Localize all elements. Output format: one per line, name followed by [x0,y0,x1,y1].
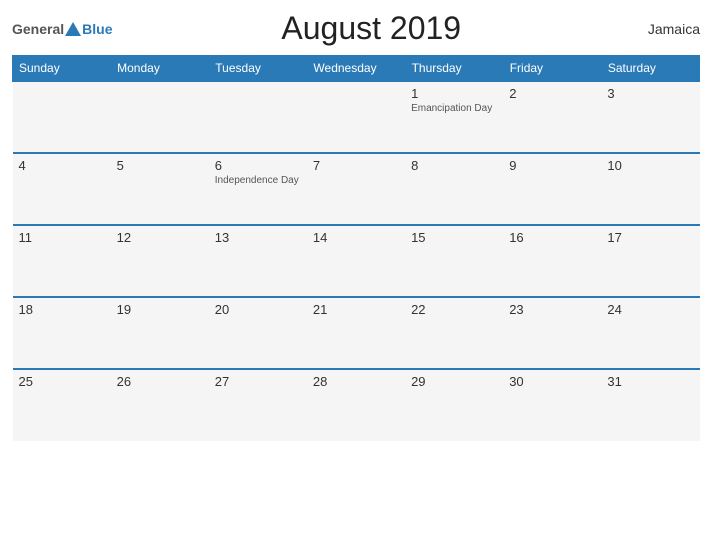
calendar-cell: 27 [209,369,307,441]
calendar-cell: 30 [503,369,601,441]
day-number: 24 [607,302,693,317]
calendar-cell: 6 Independence Day [209,153,307,225]
calendar-cell: 23 [503,297,601,369]
logo-triangle-icon [65,22,81,36]
calendar-week-3: 11 12 13 14 15 16 17 [13,225,700,297]
calendar-cell: 3 [601,81,699,153]
calendar-cell: 9 [503,153,601,225]
col-tuesday: Tuesday [209,56,307,82]
calendar-cell: 4 [13,153,111,225]
day-number: 30 [509,374,595,389]
calendar-cell: 20 [209,297,307,369]
calendar-header: Sunday Monday Tuesday Wednesday Thursday… [13,56,700,82]
day-number: 13 [215,230,301,245]
day-number: 12 [117,230,203,245]
calendar-cell: 26 [111,369,209,441]
day-number: 8 [411,158,497,173]
calendar-cell: 19 [111,297,209,369]
calendar-cell: 16 [503,225,601,297]
day-number: 17 [607,230,693,245]
calendar-title: August 2019 [112,10,630,47]
calendar-cell: 2 [503,81,601,153]
day-number: 31 [607,374,693,389]
calendar-body: 1 Emancipation Day 23 456 Independence Day 78… [13,81,700,441]
col-wednesday: Wednesday [307,56,405,82]
calendar-cell: 8 [405,153,503,225]
day-number: 29 [411,374,497,389]
day-number: 25 [19,374,105,389]
header: General Blue August 2019 Jamaica [12,10,700,47]
calendar-cell: 25 [13,369,111,441]
col-saturday: Saturday [601,56,699,82]
holiday-label: Independence Day [215,175,301,186]
calendar-week-4: 18 19 20 21 22 23 24 [13,297,700,369]
calendar-cell: 21 [307,297,405,369]
calendar-cell: 22 [405,297,503,369]
page: General Blue August 2019 Jamaica Sunday … [0,0,712,550]
day-number: 27 [215,374,301,389]
day-number: 18 [19,302,105,317]
calendar-cell: 31 [601,369,699,441]
day-number: 28 [313,374,399,389]
day-number: 14 [313,230,399,245]
calendar-cell: 29 [405,369,503,441]
country-label: Jamaica [630,21,700,37]
weekday-row: Sunday Monday Tuesday Wednesday Thursday… [13,56,700,82]
calendar-cell: 28 [307,369,405,441]
calendar-cell: 5 [111,153,209,225]
day-number: 22 [411,302,497,317]
col-monday: Monday [111,56,209,82]
calendar-cell [307,81,405,153]
calendar-week-2: 456 Independence Day 789 10 [13,153,700,225]
calendar-cell: 24 [601,297,699,369]
calendar-cell [209,81,307,153]
col-thursday: Thursday [405,56,503,82]
day-number: 1 [411,86,497,101]
holiday-label: Emancipation Day [411,103,497,114]
day-number: 7 [313,158,399,173]
calendar-cell: 17 [601,225,699,297]
calendar-cell: 13 [209,225,307,297]
day-number: 23 [509,302,595,317]
calendar-cell: 11 [13,225,111,297]
day-number: 20 [215,302,301,317]
calendar-cell: 1 Emancipation Day [405,81,503,153]
calendar-cell: 15 [405,225,503,297]
calendar-cell [13,81,111,153]
day-number: 5 [117,158,203,173]
calendar-table: Sunday Monday Tuesday Wednesday Thursday… [12,55,700,441]
logo-blue-text: Blue [82,21,112,37]
day-number: 11 [19,230,105,245]
day-number: 4 [19,158,105,173]
day-number: 21 [313,302,399,317]
logo-general-text: General [12,21,64,37]
col-sunday: Sunday [13,56,111,82]
day-number: 15 [411,230,497,245]
day-number: 16 [509,230,595,245]
calendar-week-5: 25 26 27 28 29 30 31 [13,369,700,441]
logo: General Blue [12,21,112,37]
calendar-cell [111,81,209,153]
day-number: 19 [117,302,203,317]
day-number: 2 [509,86,595,101]
calendar-cell: 14 [307,225,405,297]
day-number: 10 [607,158,693,173]
day-number: 26 [117,374,203,389]
calendar-cell: 18 [13,297,111,369]
day-number: 6 [215,158,301,173]
calendar-week-1: 1 Emancipation Day 23 [13,81,700,153]
calendar-cell: 10 [601,153,699,225]
calendar-cell: 12 [111,225,209,297]
calendar-cell: 7 [307,153,405,225]
col-friday: Friday [503,56,601,82]
day-number: 3 [607,86,693,101]
day-number: 9 [509,158,595,173]
